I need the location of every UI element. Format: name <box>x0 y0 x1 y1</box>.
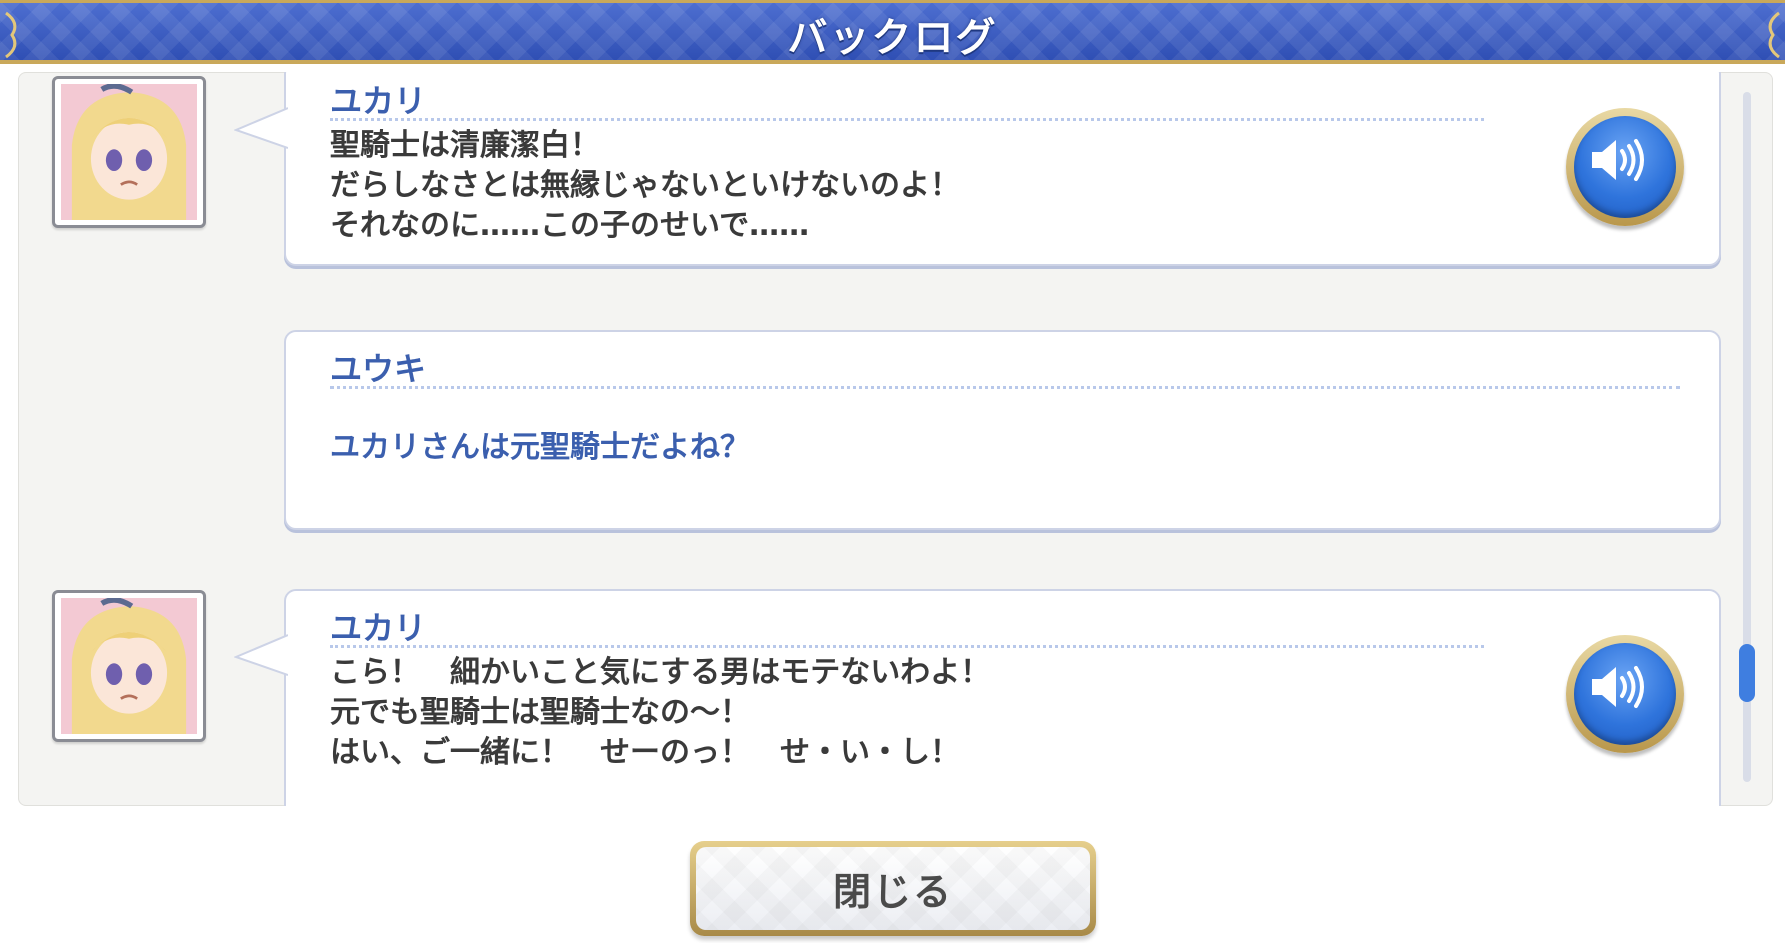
dialogue-line: こら！ 細かいこと気にする男はモテないわよ！ <box>330 655 991 690</box>
dialogue-line: それなのに……この子のせいで…… <box>330 208 810 243</box>
voice-play-button[interactable] <box>1566 108 1684 226</box>
dialogue-line: はい、ご一緒に！ せーのっ！ せ・い・し！ <box>330 735 960 770</box>
dialogue-line: 元でも聖騎士は聖騎士なの～！ <box>330 695 750 730</box>
voice-play-button[interactable] <box>1566 635 1684 753</box>
scrollbar-track[interactable] <box>1739 92 1755 782</box>
divider <box>330 386 1680 389</box>
close-button-label: 閉じる <box>832 870 953 914</box>
speaker-name: ユウキ <box>330 350 427 388</box>
character-avatar <box>52 590 206 742</box>
portrait-icon <box>61 598 197 734</box>
dialogue-bubble: ユカリ こら！ 細かいこと気にする男はモテないわよ！ 元でも聖騎士は聖騎士なの～… <box>234 589 1721 806</box>
speaker-icon <box>1592 139 1644 181</box>
dialogue-bubble: ユウキ ユカリさんは元聖騎士だよね？ <box>284 330 1721 530</box>
speaker-icon <box>1592 666 1644 708</box>
ornament-icon <box>1768 11 1780 59</box>
dialogue-bubble: ユカリ 聖騎士は清廉潔白！ だらしなさとは無縁じゃないといけないのよ！ それなの… <box>234 72 1721 266</box>
scrollbar-thumb[interactable] <box>1739 644 1755 702</box>
speaker-name: ユカリ <box>330 609 427 647</box>
backlog-header: バックログ <box>0 0 1785 64</box>
dialogue-line: ユカリさんは元聖騎士だよね？ <box>330 430 750 465</box>
divider <box>330 118 1484 121</box>
portrait-icon <box>61 84 197 220</box>
close-button[interactable]: 閉じる <box>690 841 1096 936</box>
page-title: バックログ <box>787 15 998 61</box>
bubble-tail <box>234 107 288 149</box>
bubble-tail <box>234 634 288 676</box>
dialogue-line: 聖騎士は清廉潔白！ <box>330 128 600 163</box>
dialogue-line: だらしなさとは無縁じゃないといけないのよ！ <box>330 168 960 203</box>
character-avatar <box>52 76 206 228</box>
backlog-list[interactable]: ユカリ 聖騎士は清廉潔白！ だらしなさとは無縁じゃないといけないのよ！ それなの… <box>18 72 1773 806</box>
divider <box>330 645 1484 648</box>
speaker-name: ユカリ <box>330 82 427 120</box>
